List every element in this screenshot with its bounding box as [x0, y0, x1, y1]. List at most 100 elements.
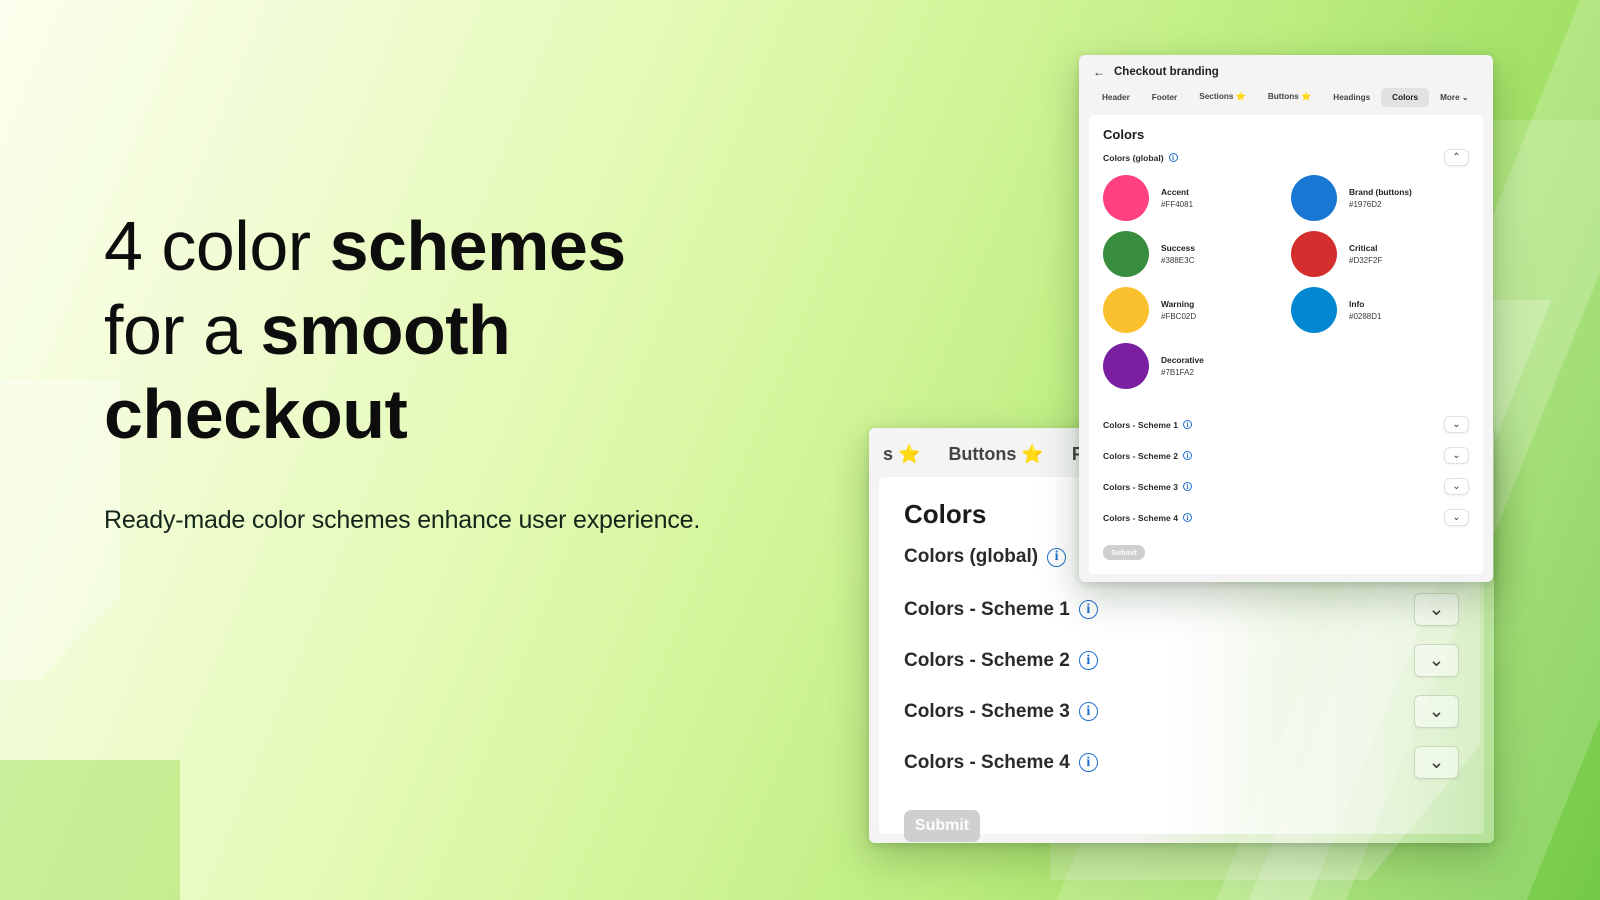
star-icon: ⭐: [1016, 444, 1044, 464]
hero-text-block: 4 color schemes for a smooth checkout Re…: [104, 204, 864, 535]
scheme-label: Colors - Scheme 3 i: [904, 701, 1098, 723]
headline-line-1-bold: schemes: [329, 207, 627, 285]
scheme-label-text: Colors - Scheme 1: [904, 598, 1070, 620]
back-scheme-list: Colors - Scheme 1 i ⌄ Colors - Scheme 2 i ⌄ Co…: [1103, 409, 1469, 533]
tab-s[interactable]: s ⭐: [869, 442, 934, 467]
back-window-header: ← Checkout branding: [1079, 55, 1493, 85]
info-icon[interactable]: i: [1168, 153, 1178, 162]
background-hexagon-left-bottom: [0, 760, 180, 900]
color-swatch-row[interactable]: Warning #FBC02D: [1103, 287, 1281, 333]
color-swatch-hex: #FF4081: [1161, 200, 1194, 209]
chevron-up-icon: ⌃: [1452, 151, 1461, 163]
color-swatch-circle[interactable]: [1291, 175, 1337, 221]
color-swatch-text: Brand (buttons) #1976D2: [1349, 187, 1412, 209]
color-swatch-text: Success #388E3C: [1161, 243, 1195, 265]
tab-buttons[interactable]: Buttons ⭐: [1257, 87, 1322, 107]
scheme-label: Colors - Scheme 1 i: [904, 599, 1098, 621]
tab-buttons[interactable]: Buttons ⭐: [934, 442, 1057, 467]
scheme-row[interactable]: Colors - Scheme 1 i ⌄: [1103, 409, 1469, 440]
headline-line-2-bold: smooth: [260, 291, 511, 369]
back-colors-panel: Colors Colors (global) i ⌃ Accent #FF4081…: [1089, 115, 1483, 574]
scheme-label-text: Colors - Scheme 4: [1103, 512, 1178, 523]
color-swatch-name: Accent: [1161, 187, 1189, 197]
tab-colors[interactable]: Colors: [1381, 87, 1430, 107]
front-scheme-list: Colors - Scheme 1 i ⌄ Colors - Scheme 2 i ⌄ Co…: [904, 584, 1459, 788]
expand-scheme-button[interactable]: ⌄: [1414, 746, 1459, 779]
scheme-label-text: Colors - Scheme 3: [1103, 481, 1178, 492]
tab-headings[interactable]: Headings: [1322, 88, 1381, 107]
color-swatch-text: Decorative #7B1FA2: [1161, 355, 1204, 377]
color-swatch-circle[interactable]: [1103, 231, 1149, 277]
info-icon[interactable]: i: [1047, 547, 1067, 567]
color-swatch-circle[interactable]: [1291, 287, 1337, 333]
tab-label: Header: [1102, 92, 1130, 102]
expand-scheme-button[interactable]: ⌄: [1444, 478, 1469, 495]
back-arrow-icon[interactable]: ←: [1093, 65, 1105, 79]
scheme-label: Colors - Scheme 4 i: [904, 752, 1098, 774]
tab-label: More: [1440, 93, 1460, 102]
back-colors-global-label: Colors (global) i: [1103, 153, 1178, 163]
expand-scheme-button[interactable]: ⌄: [1444, 416, 1469, 433]
color-swatch-text: Critical #D32F2F: [1349, 243, 1382, 265]
chevron-down-icon: ⌄: [1452, 418, 1461, 430]
color-swatch-name: Critical: [1349, 243, 1378, 253]
color-swatch-row[interactable]: Accent #FF4081: [1103, 175, 1281, 221]
scheme-label-text: Colors - Scheme 4: [904, 751, 1070, 773]
info-icon[interactable]: i: [1182, 420, 1192, 429]
front-submit-button[interactable]: Submit: [904, 810, 980, 842]
expand-scheme-button[interactable]: ⌄: [1414, 695, 1459, 728]
scheme-row[interactable]: Colors - Scheme 1 i ⌄: [904, 584, 1459, 635]
color-swatch-name: Success: [1161, 243, 1195, 253]
scheme-row[interactable]: Colors - Scheme 3 i ⌄: [1103, 471, 1469, 502]
color-swatch-name: Warning: [1161, 299, 1195, 309]
chevron-down-icon: ⌄: [1428, 650, 1445, 671]
expand-scheme-button[interactable]: ⌄: [1444, 447, 1469, 464]
scheme-label: Colors - Scheme 4 i: [1103, 513, 1192, 523]
collapse-global-button[interactable]: ⌃: [1444, 149, 1469, 166]
expand-scheme-button[interactable]: ⌄: [1414, 644, 1459, 677]
tab-more[interactable]: More ⌄: [1429, 87, 1480, 107]
color-swatch-row[interactable]: Success #388E3C: [1103, 231, 1281, 277]
back-colors-global-row[interactable]: Colors (global) i ⌃: [1103, 149, 1469, 166]
info-icon[interactable]: i: [1078, 702, 1098, 721]
checkout-branding-window-back: ← Checkout branding Header Footer Sections…: [1079, 55, 1493, 582]
scheme-row[interactable]: Colors - Scheme 2 i ⌄: [904, 635, 1459, 686]
color-swatch-hex: #388E3C: [1161, 256, 1195, 265]
color-swatch-row[interactable]: Brand (buttons) #1976D2: [1291, 175, 1469, 221]
headline-line-1-light: 4 color: [104, 207, 330, 285]
tab-footer[interactable]: Footer: [1141, 88, 1188, 107]
color-swatch-hex: #0288D1: [1349, 312, 1382, 321]
scheme-row[interactable]: Colors - Scheme 3 i ⌄: [904, 686, 1459, 737]
info-icon[interactable]: i: [1182, 482, 1192, 491]
tab-label: Headings: [1333, 92, 1371, 102]
chevron-down-icon: ⌄: [1452, 511, 1461, 523]
color-swatch-name: Decorative: [1161, 355, 1204, 365]
expand-scheme-button[interactable]: ⌄: [1414, 593, 1459, 626]
tab-sections[interactable]: Sections ⭐: [1188, 87, 1257, 107]
color-swatch-name: Info: [1349, 299, 1365, 309]
color-swatch-circle[interactable]: [1103, 175, 1149, 221]
page-title: 4 color schemes for a smooth checkout: [104, 204, 864, 456]
color-swatch-row[interactable]: Critical #D32F2F: [1291, 231, 1469, 277]
tab-label: Buttons: [948, 444, 1017, 464]
info-icon[interactable]: i: [1078, 600, 1098, 619]
color-swatch-circle[interactable]: [1103, 343, 1149, 389]
color-swatch-row[interactable]: Decorative #7B1FA2: [1103, 343, 1281, 389]
scheme-row[interactable]: Colors - Scheme 4 i ⌄: [904, 737, 1459, 788]
chevron-down-icon: ⌄: [1428, 599, 1445, 620]
scheme-row[interactable]: Colors - Scheme 2 i ⌄: [1103, 440, 1469, 471]
scheme-row[interactable]: Colors - Scheme 4 i ⌄: [1103, 502, 1469, 533]
info-icon[interactable]: i: [1182, 451, 1192, 460]
info-icon[interactable]: i: [1078, 651, 1098, 670]
back-submit-button[interactable]: Submit: [1103, 545, 1145, 560]
info-icon[interactable]: i: [1182, 513, 1192, 522]
headline-line-2-light: for a: [104, 291, 261, 369]
color-swatch-row[interactable]: Info #0288D1: [1291, 287, 1469, 333]
expand-scheme-button[interactable]: ⌄: [1444, 509, 1469, 526]
info-icon[interactable]: i: [1078, 753, 1098, 772]
color-swatch-text: Accent #FF4081: [1161, 187, 1193, 209]
color-swatch-circle[interactable]: [1291, 231, 1337, 277]
tab-header[interactable]: Header: [1091, 88, 1141, 107]
color-swatch-circle[interactable]: [1103, 287, 1149, 333]
chevron-down-icon: ⌄: [1459, 93, 1469, 102]
